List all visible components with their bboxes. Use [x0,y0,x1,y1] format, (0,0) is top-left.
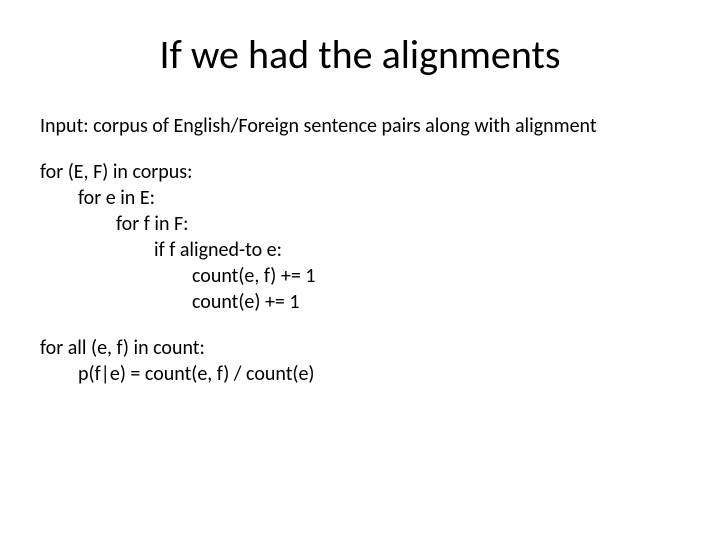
code-line: for (E, F) in corpus: [40,159,680,185]
slide-title: If we had the alignments [40,30,680,79]
code-line: count(e, f) += 1 [40,263,680,289]
slide: If we had the alignments Input: corpus o… [0,0,720,540]
code-line: for all (e, f) in count: [40,335,680,361]
code-line: if f aligned-to e: [40,237,680,263]
algorithm-block: for (E, F) in corpus: for e in E: for f … [40,159,680,315]
code-line: p(f|e) = count(e, f) / count(e) [40,361,680,387]
slide-body: Input: corpus of English/Foreign sentenc… [40,113,680,387]
code-line: count(e) += 1 [40,289,680,315]
code-line: for f in F: [40,211,680,237]
code-line: for e in E: [40,185,680,211]
input-description: Input: corpus of English/Foreign sentenc… [40,113,680,139]
post-block: for all (e, f) in count: p(f|e) = count(… [40,335,680,387]
